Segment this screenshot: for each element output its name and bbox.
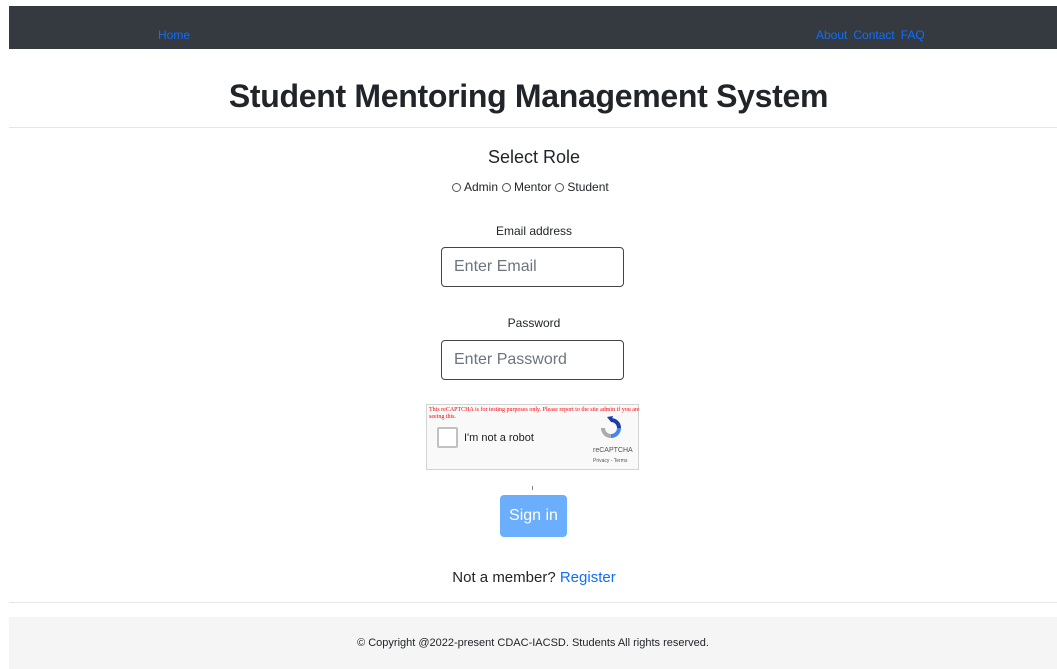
mentor-radio-label: Mentor	[514, 180, 552, 194]
recaptcha-logo-icon	[601, 416, 621, 438]
email-field[interactable]: Enter Email	[441, 247, 624, 287]
nav-faq-link[interactable]: FAQ	[901, 28, 925, 42]
recaptcha-checkbox-label: I'm not a robot	[464, 432, 534, 444]
register-link[interactable]: Register	[560, 569, 616, 586]
footer: © Copyright @2022-present CDAC-IACSD. St…	[9, 617, 1057, 669]
copyright-text: © Copyright @2022-present CDAC-IACSD. St…	[357, 637, 709, 649]
admin-radio-label: Admin	[464, 180, 499, 194]
select-role-heading: Select Role	[487, 147, 581, 167]
password-label: Password	[507, 316, 561, 330]
nav-home-link[interactable]: Home	[158, 28, 190, 42]
footer-divider	[9, 602, 1057, 603]
recaptcha-brand-label: reCAPTCHA	[593, 447, 633, 454]
register-prompt: Not a member? Register	[0, 569, 1057, 586]
nav-about-link[interactable]: About	[816, 28, 847, 42]
role-option-student[interactable]: Student	[555, 180, 609, 194]
password-field[interactable]: Enter Password	[441, 340, 624, 380]
header-divider	[9, 127, 1057, 128]
student-radio-label: Student	[567, 180, 609, 194]
spacer-mark	[532, 486, 533, 490]
role-option-mentor[interactable]: Mentor	[502, 180, 551, 194]
page-title: Student Mentoring Management System	[228, 78, 829, 114]
mentor-radio[interactable]	[502, 182, 512, 192]
recaptcha-checkbox[interactable]	[437, 427, 458, 448]
top-navbar: Home About Contact FAQ	[9, 6, 1057, 49]
recaptcha-widget: This reCAPTCHA is for testing purposes o…	[426, 404, 640, 470]
role-radio-group: Admin Mentor Student	[452, 180, 613, 194]
sign-in-button[interactable]: Sign in	[500, 495, 567, 537]
nav-right-links: About Contact FAQ	[816, 28, 925, 42]
admin-radio[interactable]	[452, 182, 461, 192]
nav-contact-link[interactable]: Contact	[853, 28, 894, 42]
student-radio[interactable]	[555, 182, 565, 192]
not-a-member-text: Not a member?	[452, 569, 556, 586]
role-option-admin[interactable]: Admin	[452, 180, 498, 194]
email-label: Email address	[495, 224, 573, 238]
recaptcha-privacy-terms-link[interactable]: Privacy - Terms	[593, 458, 627, 464]
